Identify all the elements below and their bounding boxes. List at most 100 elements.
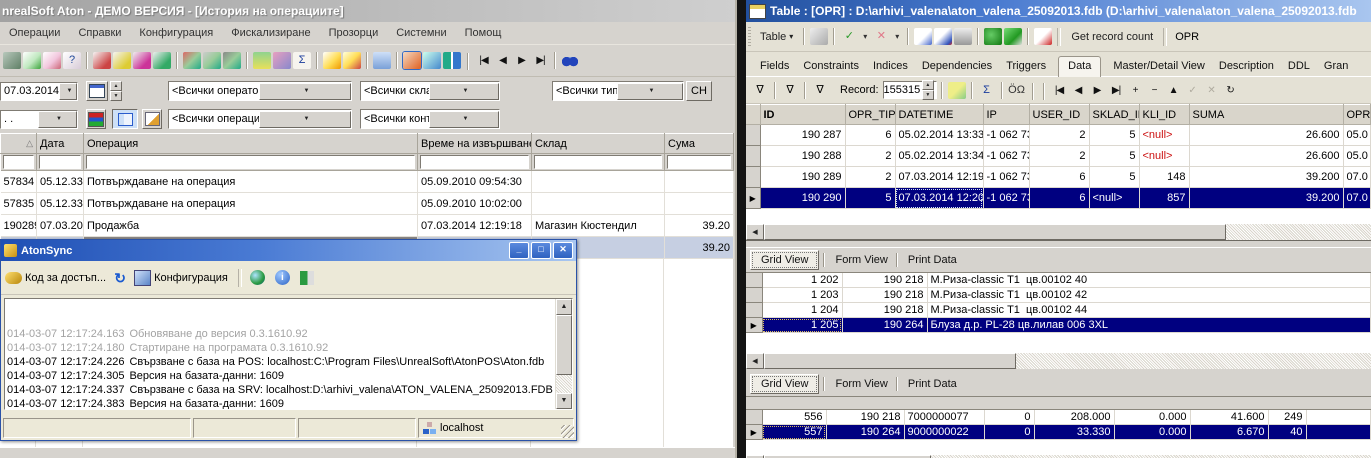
table-row[interactable]: ▶1 205190 264Блуза д.р. PL-28 цв.лилав 0… — [746, 318, 1371, 333]
operations-combo[interactable]: <Всички операции> ▼ — [168, 109, 352, 129]
table-row[interactable]: 190 289207.03.2014 12:19-1 062 731 16514… — [746, 167, 1371, 188]
exit-icon[interactable] — [300, 271, 314, 285]
column-header[interactable]: IP — [983, 105, 1029, 125]
lightning-icon[interactable] — [810, 28, 828, 45]
column-header[interactable]: SUMA — [1189, 105, 1343, 125]
filter-box[interactable] — [420, 155, 529, 169]
insert-record-button[interactable]: + — [1126, 83, 1145, 98]
horizontal-scrollbar[interactable]: ◀ — [746, 353, 1371, 369]
fiscal-user-icon[interactable] — [343, 52, 361, 69]
filter-box[interactable] — [3, 155, 35, 169]
configuration-button[interactable]: Конфигурация — [154, 272, 228, 284]
filter-box[interactable] — [39, 155, 81, 169]
key-green-icon[interactable] — [153, 52, 171, 69]
window-icon[interactable] — [423, 52, 441, 69]
vertical-scrollbar[interactable]: ▲ ▼ — [555, 299, 572, 409]
panel-import-icon[interactable] — [273, 52, 291, 69]
record-spinner[interactable]: ▲▼ — [922, 80, 935, 100]
warehouses-combo[interactable]: <Всички складове> ▼ — [360, 81, 500, 101]
grid-view-toggle-button[interactable] — [112, 109, 138, 129]
access-code-button[interactable]: Код за достъп... — [25, 272, 106, 284]
tab[interactable]: Constraints — [801, 57, 861, 76]
chevron-down-icon[interactable]: ▼ — [429, 83, 499, 100]
table-row[interactable]: 1 202190 218М.Риза-classic Т1 цв.00102 4… — [746, 273, 1371, 288]
cube-icon[interactable] — [948, 82, 966, 99]
chevron-down-icon[interactable]: ▼ — [259, 83, 351, 100]
prev-record-button[interactable]: ◀ — [1069, 83, 1088, 98]
pos-terminal-1-icon[interactable] — [183, 52, 201, 69]
date-from-field[interactable]: 07.03.2014 ▼ — [0, 82, 78, 101]
menu-item[interactable]: Прозорци — [320, 25, 388, 41]
column-header[interactable]: OPR_TIP — [845, 105, 895, 125]
encoding-icon[interactable]: ÖΩ — [1008, 82, 1026, 99]
column-header[interactable]: Операция — [84, 134, 418, 154]
clients-add-icon[interactable] — [113, 52, 131, 69]
table-row[interactable]: 190 287605.02.2014 13:33-1 062 731 625<n… — [746, 125, 1371, 146]
table-row[interactable]: 5783505.12.3348Потвърждаване на операция… — [1, 193, 734, 215]
filter-box[interactable] — [534, 155, 662, 169]
chevron-down-icon[interactable]: ▼ — [259, 111, 351, 128]
tab[interactable]: Description — [1217, 57, 1276, 76]
menu-item[interactable]: Фискализиране — [222, 25, 319, 41]
atonsync-titlebar[interactable]: AtonSync _□✕ — [1, 240, 576, 261]
column-header[interactable]: Време на извършване — [418, 134, 532, 154]
operation-export-icon[interactable] — [23, 52, 41, 69]
tab[interactable]: Dependencies — [920, 57, 994, 76]
sync-icon[interactable] — [403, 52, 421, 69]
column-header[interactable]: DATETIME — [895, 105, 983, 125]
resize-grip[interactable] — [561, 425, 574, 438]
date-spinner[interactable]: ▲▼ — [110, 81, 122, 101]
menu-item[interactable]: Операции — [0, 25, 69, 41]
filter-add-icon[interactable]: ∇ — [811, 82, 829, 99]
clients-icon[interactable] — [93, 52, 111, 69]
post-edit-button[interactable]: ✓ — [1183, 83, 1202, 98]
column-header[interactable]: SKLAD_ID — [1089, 105, 1139, 125]
minimize-button[interactable]: _ — [509, 242, 529, 259]
tab[interactable]: Triggers — [1004, 57, 1048, 76]
ch-button[interactable]: CH — [686, 81, 712, 101]
mail-icon[interactable] — [373, 52, 391, 69]
next-record-button[interactable]: ▶ — [1088, 83, 1107, 98]
menu-item[interactable]: Системни — [387, 25, 455, 41]
search-binoculars-icon[interactable] — [561, 52, 579, 69]
truck-icon[interactable] — [3, 52, 21, 69]
pos-terminal-3-icon[interactable] — [223, 52, 241, 69]
globe-icon[interactable] — [250, 270, 265, 285]
close-button[interactable]: ✕ — [553, 242, 573, 259]
scroll-up-icon[interactable]: ▲ — [556, 299, 572, 315]
tab[interactable]: Indices — [871, 57, 910, 76]
filter-panel-icon[interactable]: ∇ — [781, 82, 799, 99]
column-header[interactable]: Сума — [665, 134, 734, 154]
rollback-refresh-icon[interactable] — [934, 28, 952, 45]
scroll-left-icon[interactable]: ◀ — [746, 353, 764, 369]
date-to-field[interactable]: . . ▼ — [0, 110, 78, 129]
blocks-icon[interactable] — [1004, 28, 1022, 45]
last-record-button[interactable]: ▶| — [531, 53, 550, 68]
tab[interactable]: Master/Detail View — [1111, 57, 1207, 76]
table-editor-titlebar[interactable]: Table : [OPR] : D:\arhivi_valena\aton_va… — [746, 0, 1371, 22]
column-header[interactable]: ID — [760, 105, 845, 125]
filter-box[interactable] — [667, 155, 731, 169]
table-row[interactable]: 5783405.12.3350Потвърждаване на операция… — [1, 171, 734, 193]
scroll-thumb[interactable] — [556, 315, 572, 375]
scroll-thumb[interactable] — [764, 353, 1016, 369]
edit-record-button[interactable]: ▲ — [1164, 83, 1183, 98]
column-header[interactable]: OPR — [1343, 105, 1371, 125]
table-row[interactable]: 1 203190 218М.Риза-classic Т1 цв.00102 4… — [746, 288, 1371, 303]
column-header[interactable]: KLI_ID — [1139, 105, 1189, 125]
filter-box[interactable] — [86, 155, 415, 169]
date-dropdown-icon[interactable]: ▼ — [38, 111, 77, 128]
view-tab[interactable]: Print Data — [898, 251, 967, 269]
aton-titlebar[interactable]: nrealSoft Aton - ДЕМО ВЕРСИЯ - [История … — [0, 0, 735, 22]
sum-icon[interactable]: Σ — [293, 52, 311, 69]
fiscal-doc-icon[interactable] — [323, 52, 341, 69]
exit-icon[interactable] — [443, 52, 461, 69]
operation-types-combo[interactable]: <Всички типове операции> ▼ — [552, 81, 684, 101]
view-tab[interactable]: Print Data — [898, 375, 967, 393]
first-record-button[interactable]: |◀ — [1050, 83, 1069, 98]
commit-refresh-icon[interactable] — [914, 28, 932, 45]
colors-button[interactable] — [86, 109, 106, 129]
contragents-combo[interactable]: <Всички контрагенти> ▼ — [360, 109, 500, 129]
print-icon[interactable] — [954, 28, 972, 45]
table-menu-button[interactable]: Table ▾ — [754, 28, 799, 46]
